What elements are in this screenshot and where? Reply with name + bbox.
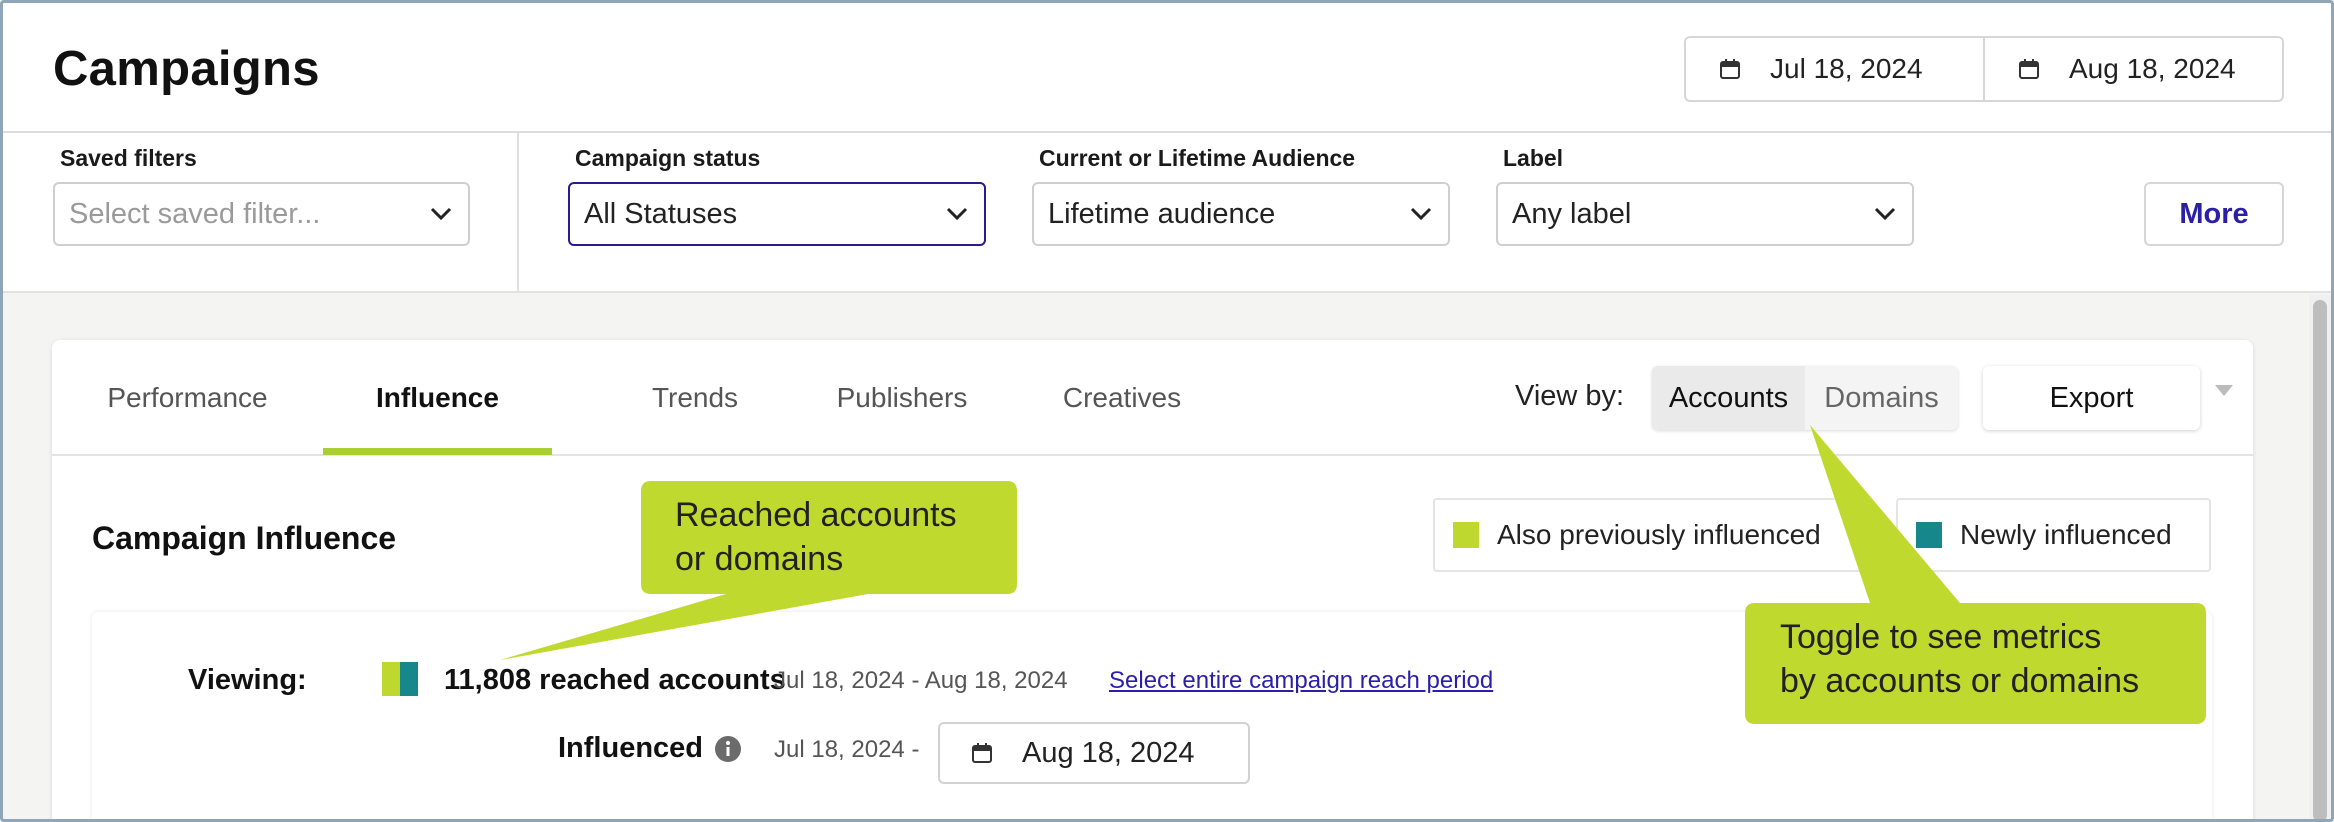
calendar-icon	[2019, 59, 2039, 79]
reached-color-chip	[382, 662, 418, 696]
filter-bar: Saved filters Select saved filter... Cam…	[3, 133, 2331, 293]
viewing-label: Viewing:	[188, 664, 307, 696]
saved-filters-select[interactable]: Select saved filter...	[53, 182, 470, 246]
end-date-text: Aug 18, 2024	[2069, 53, 2236, 84]
saved-filters-placeholder: Select saved filter...	[69, 197, 321, 230]
label-filter-value: Any label	[1512, 197, 1632, 230]
label-filter-label: Label	[1503, 145, 1564, 171]
chevron-down-icon	[946, 207, 968, 221]
tab-publishers[interactable]: Publishers	[772, 340, 1032, 456]
audience-label: Current or Lifetime Audience	[1039, 145, 1356, 171]
caret-down-icon[interactable]	[2215, 385, 2233, 397]
legend-label: Newly influenced	[1960, 519, 2172, 550]
tab-performance[interactable]: Performance	[52, 340, 323, 456]
legend-swatch-teal	[1916, 522, 1942, 548]
tab-bar: Performance Influence Trends Publishers …	[52, 340, 2253, 456]
influenced-label: Influenced	[558, 732, 704, 764]
audience-value: Lifetime audience	[1048, 197, 1276, 230]
more-filters-button[interactable]: More	[2144, 182, 2284, 246]
filter-divider	[517, 133, 519, 291]
select-entire-period-link[interactable]: Select entire campaign reach period	[1109, 667, 1493, 695]
influenced-end-date-button[interactable]: Aug 18, 2024	[938, 722, 1250, 784]
label-filter-select[interactable]: Any label	[1496, 182, 1914, 246]
callout-reached-text: Reached accounts or domains	[675, 496, 957, 578]
chevron-down-icon	[1410, 207, 1432, 221]
calendar-icon	[1720, 59, 1740, 79]
legend-previously-influenced: Also previously influenced	[1433, 498, 1869, 572]
calendar-icon	[972, 743, 992, 763]
view-by-toggle: Accounts Domains	[1652, 366, 1958, 430]
view-by-label: View by:	[1515, 380, 1625, 412]
header: Campaigns Jul 18, 2024 Aug 18, 2024	[3, 3, 2331, 133]
end-date-button[interactable]: Aug 18, 2024	[1983, 38, 2282, 100]
saved-filters-label: Saved filters	[60, 145, 197, 171]
section-title: Campaign Influence	[92, 520, 397, 556]
reach-period: Jul 18, 2024 - Aug 18, 2024	[774, 667, 1068, 694]
date-range-picker: Jul 18, 2024 Aug 18, 2024	[1684, 36, 2284, 102]
chevron-down-icon	[1874, 207, 1896, 221]
tab-trends[interactable]: Trends	[595, 340, 795, 456]
toggle-domains[interactable]: Domains	[1805, 366, 1958, 430]
influence-card: Performance Influence Trends Publishers …	[52, 340, 2253, 822]
start-date-text: Jul 18, 2024	[1770, 53, 1923, 84]
legend-newly-influenced: Newly influenced	[1896, 498, 2211, 572]
start-date-button[interactable]: Jul 18, 2024	[1686, 38, 1983, 100]
legend-swatch-lime	[1453, 522, 1479, 548]
audience-select[interactable]: Lifetime audience	[1032, 182, 1450, 246]
influenced-start-date: Jul 18, 2024 -	[774, 736, 920, 763]
reached-count: 11,808 reached accounts	[444, 664, 786, 696]
toggle-accounts[interactable]: Accounts	[1652, 366, 1805, 430]
scrollbar-thumb[interactable]	[2313, 300, 2327, 822]
export-button[interactable]: Export	[1983, 366, 2200, 430]
info-icon[interactable]	[714, 735, 742, 763]
page-title: Campaigns	[53, 42, 320, 96]
tab-influence[interactable]: Influence	[323, 340, 552, 456]
campaign-status-select[interactable]: All Statuses	[568, 182, 986, 246]
active-tab-indicator	[323, 448, 552, 455]
callout-toggle-text: Toggle to see metrics by accounts or dom…	[1780, 618, 2140, 700]
influenced-end-date-text: Aug 18, 2024	[1022, 736, 1195, 769]
campaign-status-value: All Statuses	[584, 197, 738, 230]
campaign-status-label: Campaign status	[575, 145, 761, 171]
legend-label: Also previously influenced	[1497, 519, 1821, 550]
tab-creatives[interactable]: Creatives	[997, 340, 1247, 456]
chevron-down-icon	[430, 207, 452, 221]
